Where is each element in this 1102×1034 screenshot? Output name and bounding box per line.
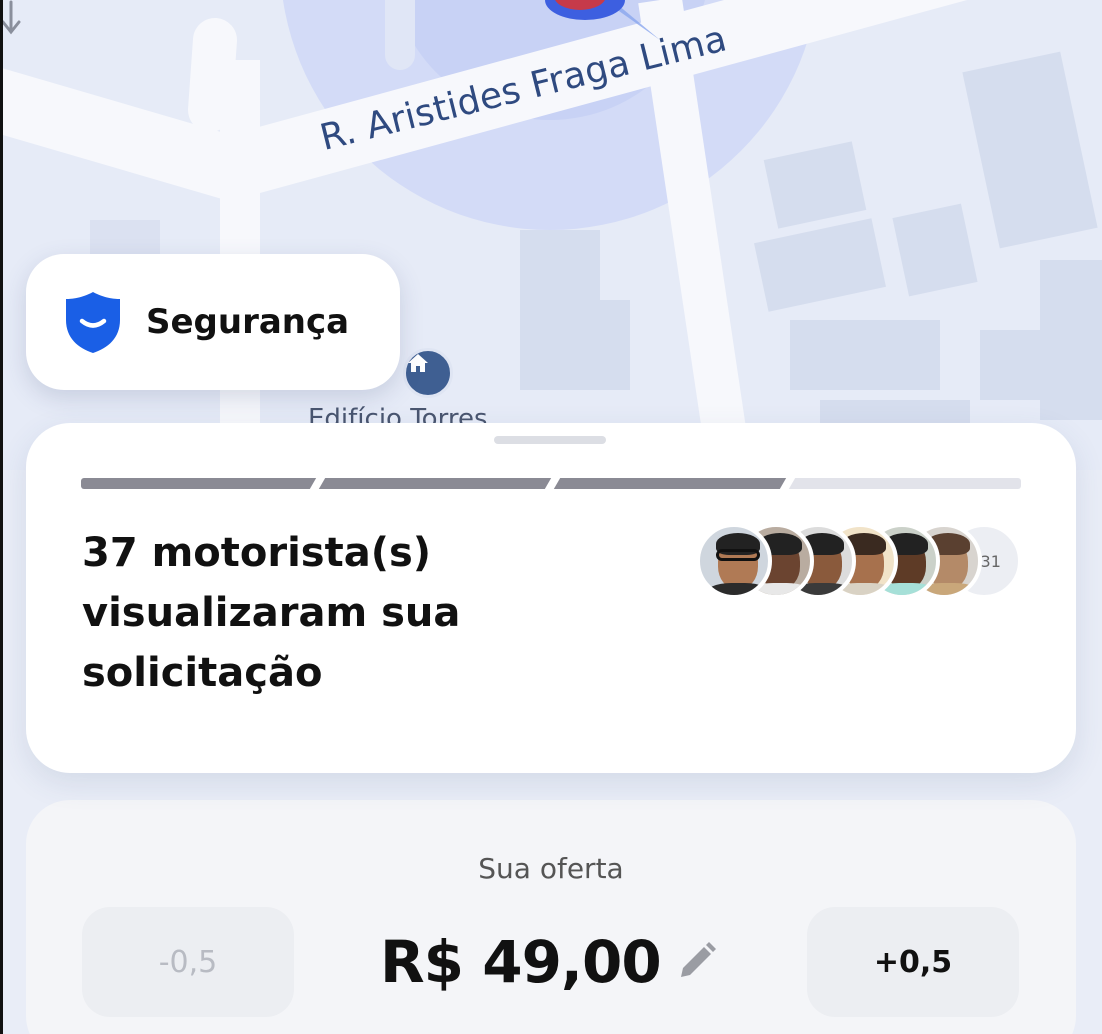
- offer-price[interactable]: R$ 49,00: [380, 922, 719, 1002]
- drivers-viewed-headline: 37 motorista(s) visualizaram sua solicit…: [82, 530, 461, 696]
- driver-avatars-stack[interactable]: +31: [696, 523, 1026, 603]
- decrease-offer-button[interactable]: -0,5: [82, 907, 294, 1017]
- progress-segment-3: [553, 478, 787, 489]
- safety-label: Segurança: [146, 302, 350, 342]
- pencil-icon[interactable]: [673, 939, 719, 985]
- screen-edge: [0, 0, 3, 1034]
- increase-offer-button[interactable]: +0,5: [807, 907, 1019, 1017]
- safety-button[interactable]: Segurança: [26, 254, 400, 390]
- progress-segment-2: [318, 478, 552, 489]
- map-view[interactable]: R. Aristides Fraga Lima Edifício Torres: [0, 0, 1102, 470]
- offer-price-value: R$ 49,00: [380, 928, 662, 996]
- shield-icon: [66, 292, 120, 353]
- driver-avatar: [696, 523, 772, 599]
- drag-handle[interactable]: [494, 436, 606, 444]
- offer-title: Sua oferta: [478, 852, 624, 885]
- progress-segment-1: [83, 478, 317, 489]
- request-status-sheet[interactable]: 37 motorista(s) visualizaram sua solicit…: [26, 423, 1076, 773]
- search-progress-bar: [81, 478, 1021, 489]
- arrow-down-icon: [1, 0, 21, 35]
- home-icon[interactable]: [403, 348, 453, 398]
- progress-segment-4: [788, 478, 1018, 489]
